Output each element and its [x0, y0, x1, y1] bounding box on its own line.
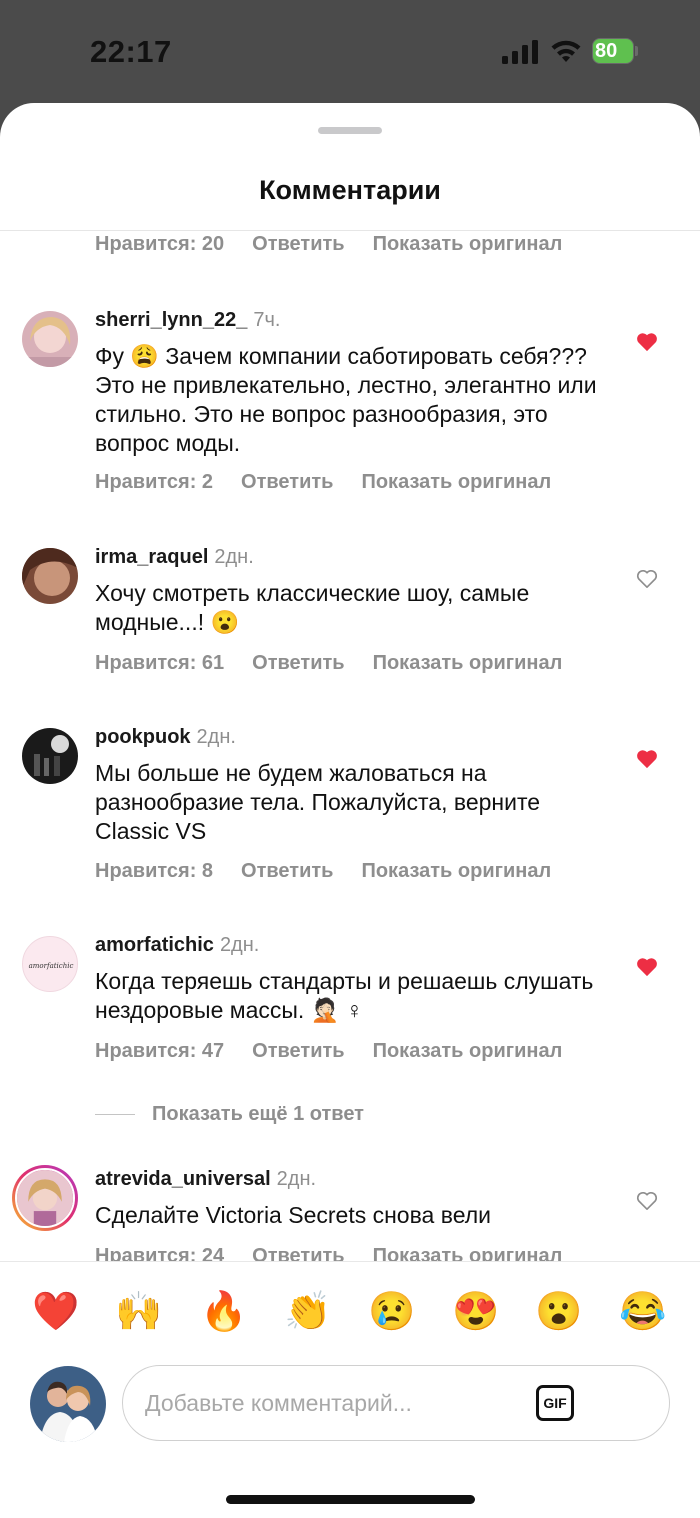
reply-button[interactable]: Ответить	[241, 860, 333, 882]
likes-count[interactable]: Нравится: 2	[95, 471, 213, 493]
comment-input-container[interactable]: GIF	[122, 1365, 670, 1441]
sheet-grabber[interactable]	[318, 127, 382, 134]
status-bar: 22:17 80	[0, 0, 700, 100]
reply-button[interactable]: Ответить	[252, 1040, 344, 1062]
emoji-laughing-button[interactable]: 😂	[619, 1290, 667, 1334]
avatar[interactable]	[22, 548, 78, 604]
comments-list[interactable]: Нравится: 20 Ответить Показать оригинал sh…	[0, 231, 700, 1261]
likes-count[interactable]: Нравится: 24	[95, 1245, 224, 1261]
reply-button[interactable]: Ответить	[241, 471, 333, 493]
replies-divider-line	[95, 1114, 135, 1115]
gif-button[interactable]: GIF	[536, 1385, 574, 1421]
username[interactable]: pookpuok	[95, 726, 191, 748]
heart-filled-icon[interactable]	[636, 332, 658, 352]
comment-age: 2дн.	[219, 934, 260, 956]
comment-actions: Нравится: 47 Ответить Показать оригинал	[95, 1040, 590, 1063]
comment-input[interactable]	[145, 1386, 525, 1420]
show-original-button[interactable]: Показать оригинал	[361, 471, 551, 493]
heart-filled-icon[interactable]	[636, 957, 658, 977]
avatar[interactable]: amorfatichic	[22, 936, 78, 992]
avatar[interactable]	[22, 311, 78, 367]
home-indicator	[226, 1495, 475, 1504]
comment-composer: GIF	[0, 1361, 700, 1451]
comment-meta: sherri_lynn_22_ 7ч.	[95, 309, 280, 332]
emoji-raised-hands-button[interactable]: 🙌	[115, 1290, 163, 1334]
likes-count[interactable]: Нравится: 20	[95, 233, 224, 255]
show-original-button[interactable]: Показать оригинал	[373, 652, 563, 674]
comment-age: 7ч.	[253, 309, 281, 331]
comment-meta: atrevida_universal 2дн.	[95, 1168, 316, 1191]
comment-text: Сделайте Victoria Secrets снова вели	[95, 1202, 491, 1228]
comments-sheet: Комментарии Нравится: 20 Ответить Показать…	[0, 103, 700, 1518]
emoji-reaction-bar: ❤️ 🙌 🔥 👏 😢 😍 😮 😂	[0, 1261, 700, 1361]
comment-text: Фу 😩 Зачем компании саботировать себя???…	[95, 343, 597, 456]
comment-actions: Нравится: 2 Ответить Показать оригинал	[95, 471, 579, 494]
status-time: 22:17	[90, 34, 172, 69]
comment-age: 2дн.	[196, 726, 236, 748]
show-original-button[interactable]: Показать оригинал	[373, 1040, 563, 1062]
comment-actions: Нравится: 61 Ответить Показать оригинал	[95, 652, 590, 675]
comment-text: Когда теряешь стандарты и решаешь слушат…	[95, 968, 594, 1023]
comment-text: Мы больше не будем жаловаться на разнооб…	[95, 760, 541, 844]
reply-button[interactable]: Ответить	[252, 652, 344, 674]
comment-actions: Нравится: 20 Ответить Показать оригинал	[95, 233, 590, 256]
comment-meta: irma_raquel 2дн.	[95, 546, 254, 569]
comment-age: 2дн.	[214, 546, 254, 568]
wifi-icon	[551, 40, 581, 62]
signal-icon	[502, 40, 538, 64]
show-more-replies-label: Показать ещё 1 ответ	[152, 1103, 364, 1125]
battery-level: 80	[595, 40, 618, 62]
comment-actions: Нравится: 24 Ответить Показать оригинал	[95, 1245, 590, 1261]
heart-filled-icon[interactable]	[636, 749, 658, 769]
comment-age: 2дн.	[276, 1168, 317, 1190]
avatar-with-story-ring[interactable]	[12, 1165, 78, 1231]
username[interactable]: sherri_lynn_22_	[95, 309, 247, 331]
emoji-crying-button[interactable]: 😢	[368, 1290, 416, 1334]
emoji-heart-eyes-button[interactable]: 😍	[452, 1290, 500, 1334]
show-original-button[interactable]: Показать оригинал	[373, 233, 563, 255]
likes-count[interactable]: Нравится: 47	[95, 1040, 224, 1062]
current-user-avatar	[30, 1366, 106, 1442]
avatar[interactable]	[22, 728, 78, 784]
emoji-fire-button[interactable]: 🔥	[200, 1290, 248, 1334]
likes-count[interactable]: Нравится: 61	[95, 652, 224, 674]
heart-outline-icon[interactable]	[636, 1191, 658, 1211]
emoji-surprised-button[interactable]: 😮	[535, 1290, 583, 1334]
heart-outline-icon[interactable]	[636, 569, 658, 589]
comment-meta: pookpuok 2дн.	[95, 726, 236, 749]
username[interactable]: atrevida_universal	[95, 1168, 271, 1190]
reply-button[interactable]: Ответить	[252, 1245, 344, 1261]
username[interactable]: irma_raquel	[95, 546, 208, 568]
comment-actions: Нравится: 8 Ответить Показать оригинал	[95, 860, 579, 883]
comment-meta: amorfatichic 2дн.	[95, 934, 259, 957]
reply-button[interactable]: Ответить	[252, 233, 344, 255]
comment-text: Хочу смотреть классические шоу, самые мо…	[95, 580, 530, 635]
sheet-title: Комментарии	[259, 175, 441, 205]
emoji-clapping-button[interactable]: 👏	[284, 1290, 332, 1334]
likes-count[interactable]: Нравится: 8	[95, 860, 213, 882]
battery-charging-icon: 80	[592, 38, 638, 64]
show-original-button[interactable]: Показать оригинал	[361, 860, 551, 882]
username[interactable]: amorfatichic	[95, 934, 214, 956]
avatar-logo-text: amorfatichic	[29, 962, 74, 970]
show-original-button[interactable]: Показать оригинал	[373, 1245, 563, 1261]
emoji-heart-button[interactable]: ❤️	[32, 1290, 80, 1334]
